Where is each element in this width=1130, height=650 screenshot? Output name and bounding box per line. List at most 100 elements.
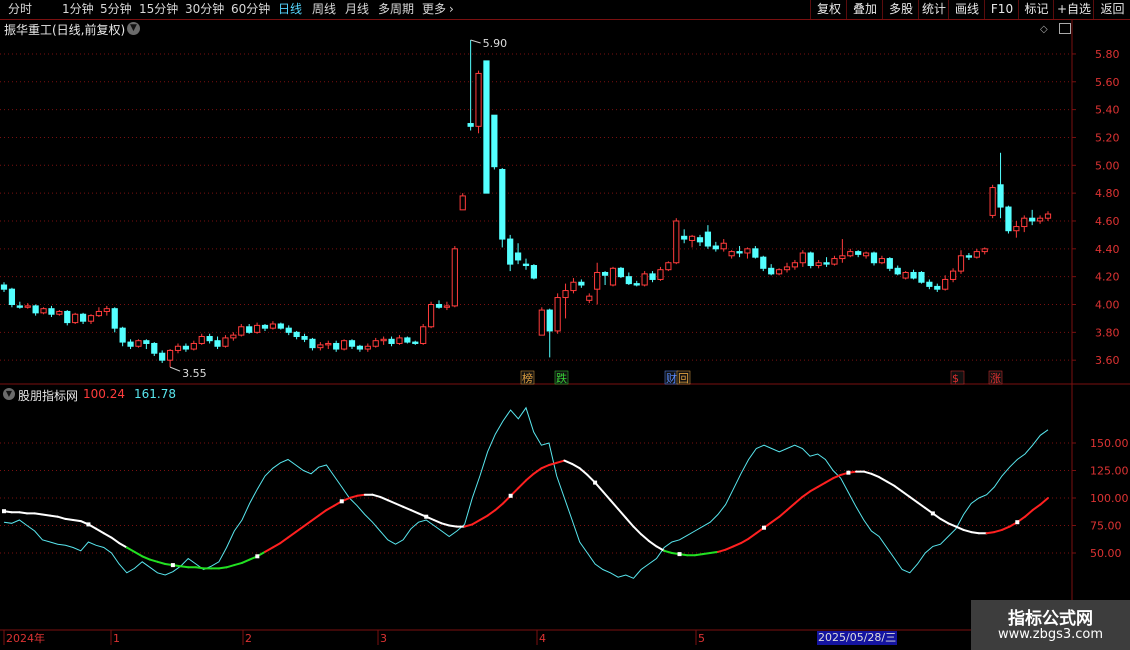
low-pointer	[169, 366, 181, 372]
candle-body	[562, 290, 569, 299]
trend-line-segment	[885, 480, 896, 487]
candle-body	[56, 310, 63, 315]
candle-body	[570, 281, 577, 292]
candle-body	[514, 252, 522, 261]
candle-body	[1013, 226, 1020, 232]
candle	[166, 349, 174, 368]
date-label: 1	[113, 632, 120, 645]
candle	[483, 60, 490, 194]
candle	[609, 266, 617, 287]
trend-line-segment	[72, 519, 82, 523]
date-label: 2	[245, 632, 252, 645]
candle	[918, 271, 925, 284]
candle	[420, 323, 427, 345]
candle	[364, 343, 371, 352]
trend-line-segment	[571, 462, 581, 470]
candle-body	[601, 271, 609, 276]
indicator-tick-label: 100.00	[1090, 492, 1129, 505]
candle-body	[79, 313, 87, 322]
candle	[404, 336, 411, 344]
candle-body	[72, 313, 79, 324]
candle-body	[696, 237, 704, 243]
candle	[688, 234, 696, 248]
trend-line-segment	[317, 509, 328, 517]
candle-body	[483, 60, 490, 194]
candle-body	[839, 255, 846, 260]
trend-line-segment	[463, 523, 474, 528]
trend-line-segment	[739, 537, 750, 545]
candle-body	[886, 258, 893, 269]
candle-body	[182, 345, 190, 350]
candle	[340, 339, 348, 351]
stock-chart[interactable]: 5.80 5.60 5.40 5.20 5.00 4.80 4.60 4.40 4.20 4.00…	[0, 0, 1130, 650]
candle	[40, 307, 47, 315]
candle	[760, 255, 767, 272]
candle	[783, 262, 791, 273]
candle	[594, 262, 601, 305]
candle-body	[981, 248, 988, 253]
candle-body	[111, 308, 118, 329]
candle-body	[293, 331, 300, 338]
candle	[499, 168, 506, 248]
candle-body	[507, 238, 514, 265]
candle	[451, 246, 458, 308]
candle-body	[24, 305, 31, 308]
candle	[997, 152, 1004, 219]
candle-body	[681, 235, 688, 240]
trend-line-dot	[255, 554, 260, 559]
candle-body	[1036, 217, 1044, 222]
candle	[1021, 215, 1028, 233]
price-tick-label: 4.40	[1095, 243, 1120, 256]
candle-body	[48, 308, 55, 315]
candle-body	[799, 252, 806, 264]
candle-body	[356, 345, 364, 350]
event-marker-label: 榜	[522, 371, 533, 385]
candle-body	[649, 273, 656, 280]
candle	[926, 279, 933, 290]
trend-line-segment	[693, 553, 704, 557]
candle-body	[807, 252, 814, 267]
candle	[633, 280, 640, 287]
trend-line-segment	[555, 459, 566, 464]
candle-body	[736, 251, 743, 254]
price-tick-label: 5.60	[1095, 76, 1120, 89]
candle-body	[475, 72, 482, 127]
trend-line-segment	[179, 565, 190, 569]
candle-body	[127, 341, 134, 347]
candle-body	[325, 342, 332, 346]
candle-body	[965, 255, 973, 258]
candle-body	[159, 352, 166, 361]
trend-line-segment	[348, 494, 359, 499]
candle-body	[1021, 217, 1028, 228]
candle	[1029, 209, 1036, 226]
indicator-tick-label: 125.00	[1090, 465, 1129, 478]
watermark-title: 指标公式网	[1008, 609, 1093, 629]
indicator-tick-label: 150.00	[1090, 437, 1129, 450]
candle	[491, 114, 498, 170]
trend-line-segment	[548, 461, 558, 466]
trend-line-segment	[125, 546, 136, 553]
candle	[301, 333, 308, 343]
candle-body	[973, 251, 980, 258]
trend-line-segment	[325, 504, 336, 512]
candle	[768, 264, 775, 276]
candle	[1005, 205, 1012, 234]
candle	[815, 259, 822, 269]
trend-line-segment	[962, 528, 973, 534]
candle-body	[791, 262, 799, 268]
candle-body	[40, 308, 47, 314]
candle	[894, 265, 901, 276]
candle-body	[372, 340, 379, 347]
candle	[720, 239, 727, 252]
candle	[238, 323, 245, 337]
candle	[333, 340, 340, 352]
candle	[870, 251, 878, 266]
candle	[174, 343, 182, 354]
trend-line-dot	[170, 563, 175, 568]
trend-line-segment	[947, 522, 957, 528]
candle-body	[214, 340, 221, 347]
candle	[855, 250, 862, 258]
candle	[617, 266, 625, 279]
trend-line-segment	[448, 524, 458, 528]
trend-line-segment	[102, 532, 113, 539]
